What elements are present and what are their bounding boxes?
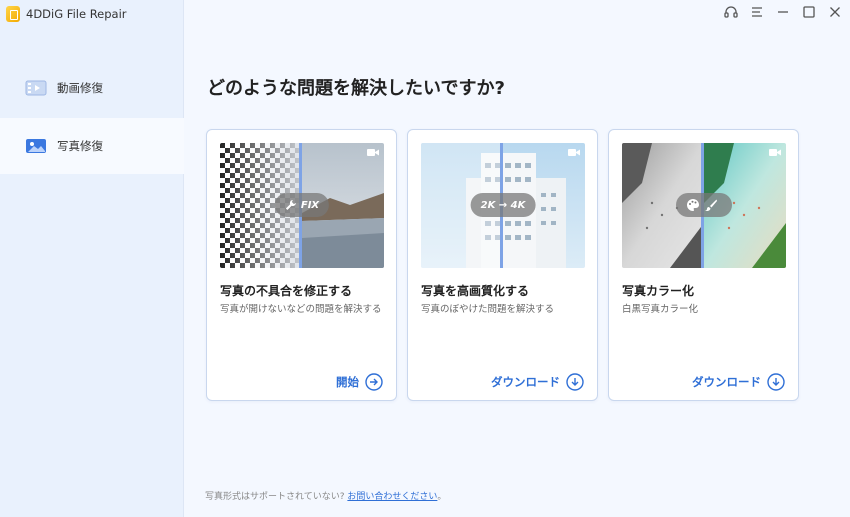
sidebar-item-label: 動画修復: [57, 81, 103, 95]
minimize-icon[interactable]: [774, 3, 792, 21]
card-title: 写真を高画質化する: [421, 284, 530, 298]
menu-icon[interactable]: [748, 3, 766, 21]
download-button-label: ダウンロード: [491, 375, 560, 389]
wrench-icon: [285, 200, 296, 210]
window-controls: [722, 2, 844, 22]
card-description: 白黒写真カラー化: [622, 304, 699, 315]
sidebar: 4DDiG File Repair 動画修復 写真修復: [0, 0, 184, 517]
app-title: 4DDiG File Repair: [6, 5, 127, 23]
download-button-label: ダウンロード: [692, 375, 761, 389]
fix-badge: FIX: [274, 193, 330, 217]
card-fix-photo[interactable]: FIX 写真の不具合を修正する 写真が開けないなどの問題を解決する 開始: [206, 129, 397, 401]
app-logo-icon: [6, 6, 20, 22]
image-icon: [25, 137, 47, 155]
start-button-label: 開始: [336, 375, 359, 389]
camera-icon: [568, 149, 580, 156]
close-icon[interactable]: [826, 3, 844, 21]
footer-suffix: 。: [437, 492, 447, 502]
colorize-badge: [676, 193, 732, 217]
camera-icon: [367, 149, 379, 156]
resolution-badge: 2K → 4K: [470, 193, 536, 217]
card-image: 2K → 4K: [421, 143, 585, 268]
card-image: [622, 143, 786, 268]
brush-icon: [705, 199, 717, 211]
sidebar-item-video-repair[interactable]: 動画修復: [0, 60, 184, 116]
card-description: 写真が開けないなどの問題を解決する: [220, 304, 382, 315]
footer-text: 写真形式はサポートされていない?: [205, 492, 345, 502]
download-circle-icon: [767, 373, 785, 391]
camera-icon: [769, 149, 781, 156]
download-circle-icon: [566, 373, 584, 391]
contact-link[interactable]: お問い合わせください: [347, 492, 437, 502]
card-description: 写真のぼやけた問題を解決する: [421, 304, 555, 315]
arrow-right-circle-icon: [365, 373, 383, 391]
palette-icon: [687, 199, 699, 211]
start-button[interactable]: 開始: [336, 373, 383, 391]
card-title: 写真カラー化: [622, 284, 695, 298]
download-button[interactable]: ダウンロード: [491, 373, 584, 391]
footer-note: 写真形式はサポートされていない? お問い合わせください。: [205, 489, 446, 502]
card-colorize-photo[interactable]: 写真カラー化 白黒写真カラー化 ダウンロード: [608, 129, 799, 401]
card-image: FIX: [220, 143, 384, 268]
sidebar-item-label: 写真修復: [57, 139, 103, 153]
download-button[interactable]: ダウンロード: [692, 373, 785, 391]
video-icon: [25, 79, 47, 97]
page-title: どのような問題を解決したいですか?: [207, 78, 505, 99]
card-enhance-photo[interactable]: 2K → 4K 写真を高画質化する 写真のぼやけた問題を解決する ダウンロード: [407, 129, 598, 401]
card-title: 写真の不具合を修正する: [220, 284, 353, 298]
headset-icon[interactable]: [722, 3, 740, 21]
sidebar-item-photo-repair[interactable]: 写真修復: [0, 118, 184, 174]
app-title-text: 4DDiG File Repair: [26, 7, 127, 21]
maximize-icon[interactable]: [800, 3, 818, 21]
